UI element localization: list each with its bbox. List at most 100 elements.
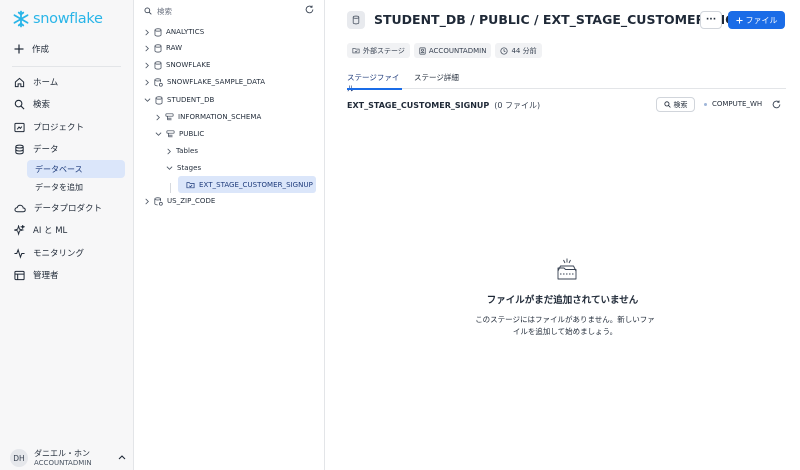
tree-node-label: PUBLIC bbox=[179, 130, 205, 138]
tree-node-label: STUDENT_DB bbox=[167, 96, 215, 104]
stage-icon bbox=[186, 181, 195, 189]
sidebar-subitem-add-data[interactable]: データを追加 bbox=[27, 178, 125, 196]
chip-stage-type: 外部ステージ bbox=[347, 43, 410, 58]
tree-node-label: SNOWFLAKE bbox=[166, 61, 211, 69]
chevron-down-icon bbox=[144, 97, 151, 103]
chip-label: 外部ステージ bbox=[363, 46, 405, 55]
sidebar-item-data-products[interactable]: データプロダクト bbox=[14, 201, 102, 215]
tree-node-stages[interactable]: Stages bbox=[166, 161, 201, 175]
sidebar-subitem-databases[interactable]: データベース bbox=[27, 160, 125, 178]
warehouse-name: COMPUTE_WH bbox=[712, 100, 763, 108]
user-name: ダニエル・ホン bbox=[34, 449, 90, 458]
tree-node-ext-stage-customer-signup[interactable]: EXT_STAGE_CUSTOMER_SIGNUP bbox=[186, 178, 313, 192]
sidebar-item-label: AI と ML bbox=[33, 226, 68, 236]
database-icon bbox=[154, 60, 162, 70]
chevron-right-icon bbox=[144, 45, 150, 52]
sidebar-divider bbox=[12, 66, 121, 67]
add-file-button[interactable]: ファイル bbox=[728, 11, 785, 29]
chip-label: ACCOUNTADMIN bbox=[428, 46, 487, 55]
empty-folder-icon bbox=[555, 256, 579, 282]
empty-state-title: ファイルがまだ追加されていません bbox=[486, 295, 639, 306]
schema-icon bbox=[166, 130, 175, 138]
sidebar-item-monitoring[interactable]: モニタリング bbox=[14, 246, 84, 260]
tree-node-raw[interactable]: RAW bbox=[144, 41, 182, 55]
empty-state-description-line: イルを追加して始めましょう。 bbox=[512, 326, 618, 336]
sidebar-item-label: データプロダクト bbox=[34, 204, 103, 214]
shared-database-icon bbox=[154, 196, 163, 206]
tree-node-analytics[interactable]: ANALYTICS bbox=[144, 25, 204, 39]
tree-node-label: EXT_STAGE_CUSTOMER_SIGNUP bbox=[199, 181, 313, 189]
plus-icon bbox=[735, 16, 743, 24]
tree-node-snowflake[interactable]: SNOWFLAKE bbox=[144, 58, 210, 72]
chip-label: 44 分前 bbox=[511, 46, 537, 55]
activity-icon bbox=[14, 247, 25, 259]
tree-node-tables[interactable]: Tables bbox=[166, 144, 198, 158]
tree-search-input[interactable]: 検索 bbox=[144, 5, 314, 17]
create-button[interactable]: 作成 bbox=[14, 43, 49, 55]
tree-node-us-zip-code[interactable]: US_ZIP_CODE bbox=[144, 194, 215, 208]
sidebar-item-home[interactable]: ホーム bbox=[14, 75, 58, 89]
sidebar-item-label: 検索 bbox=[33, 100, 51, 110]
files-search-button[interactable]: 検索 bbox=[656, 97, 695, 112]
cloud-icon bbox=[14, 203, 26, 214]
file-count: (0 ファイル) bbox=[494, 101, 541, 110]
avatar: DH bbox=[10, 449, 28, 467]
warehouse-selector[interactable]: COMPUTE_WH bbox=[704, 100, 762, 108]
user-menu[interactable]: DH ダニエル・ホン ACCOUNTADMIN bbox=[10, 449, 126, 467]
chevron-right-icon bbox=[144, 62, 150, 69]
more-options-button[interactable]: ··· bbox=[700, 11, 722, 29]
tree-node-label: INFORMATION_SCHEMA bbox=[178, 113, 262, 121]
database-icon bbox=[155, 95, 163, 105]
chevron-down-icon bbox=[166, 165, 173, 171]
tree-guide-line bbox=[170, 183, 171, 193]
data-icon bbox=[14, 144, 25, 155]
tab-stage-details[interactable]: ステージ詳細 bbox=[414, 72, 459, 89]
sidebar-item-admin[interactable]: 管理者 bbox=[14, 268, 59, 282]
role-icon bbox=[419, 47, 426, 55]
stage-tabs: ステージファイル ステージ詳細 bbox=[347, 72, 786, 93]
stage-header-icon bbox=[347, 11, 365, 29]
sidebar-item-data[interactable]: データ bbox=[14, 142, 59, 156]
snowflake-logo-icon bbox=[12, 10, 30, 28]
refresh-icon[interactable] bbox=[772, 100, 781, 109]
search-icon bbox=[14, 99, 25, 110]
database-icon bbox=[154, 43, 162, 53]
metadata-chips: 外部ステージ ACCOUNTADMIN 44 分前 bbox=[347, 43, 542, 58]
tree-node-public[interactable]: PUBLIC bbox=[155, 127, 204, 141]
tree-node-snowflake-sample-data[interactable]: SNOWFLAKE_SAMPLE_DATA bbox=[144, 75, 265, 89]
sidebar-item-label: プロジェクト bbox=[33, 123, 85, 133]
logo-wordmark: snowflake bbox=[33, 11, 103, 27]
database-icon bbox=[154, 27, 162, 37]
chevron-down-icon bbox=[155, 131, 162, 137]
sidebar-item-label: データ bbox=[33, 145, 59, 155]
snowflake-logo[interactable]: snowflake bbox=[12, 10, 103, 28]
sidebar-item-ai-ml[interactable]: AI と ML bbox=[14, 223, 67, 237]
warehouse-status-dot bbox=[704, 102, 707, 106]
tree-node-information-schema[interactable]: INFORMATION_SCHEMA bbox=[155, 110, 261, 124]
chevron-right-icon bbox=[144, 79, 150, 86]
admin-icon bbox=[14, 270, 25, 281]
chevron-right-icon bbox=[155, 114, 161, 121]
stage-icon bbox=[352, 47, 360, 54]
refresh-icon[interactable] bbox=[305, 5, 314, 14]
home-icon bbox=[14, 77, 25, 88]
plus-icon bbox=[14, 44, 24, 54]
tree-node-label: US_ZIP_CODE bbox=[167, 197, 216, 205]
sidebar-subitem-label: データベース bbox=[35, 164, 83, 174]
sidebar-item-label: モニタリング bbox=[33, 249, 85, 259]
empty-state-description-line: このステージにはファイルがありません。新しいファ bbox=[475, 315, 655, 324]
sidebar-item-search[interactable]: 検索 bbox=[14, 97, 50, 111]
user-role: ACCOUNTADMIN bbox=[34, 458, 92, 467]
main-panel: STUDENT_DB / PUBLIC / EXT_STAGE_CUSTOMER… bbox=[325, 0, 800, 470]
tab-stage-files[interactable]: ステージファイル bbox=[347, 72, 402, 93]
sidebar-item-projects[interactable]: プロジェクト bbox=[14, 120, 84, 134]
add-file-label: ファイル bbox=[745, 15, 778, 25]
chevron-right-icon bbox=[144, 198, 150, 205]
tree-node-label: SNOWFLAKE_SAMPLE_DATA bbox=[167, 78, 266, 86]
stage-files-heading: EXT_STAGE_CUSTOMER_SIGNUP (0 ファイル) bbox=[347, 100, 540, 111]
sparkle-icon bbox=[14, 224, 25, 236]
chevron-up-icon bbox=[118, 454, 126, 460]
search-icon bbox=[144, 7, 152, 15]
tree-node-student-db[interactable]: STUDENT_DB bbox=[144, 93, 214, 107]
chevron-right-icon bbox=[166, 148, 172, 155]
